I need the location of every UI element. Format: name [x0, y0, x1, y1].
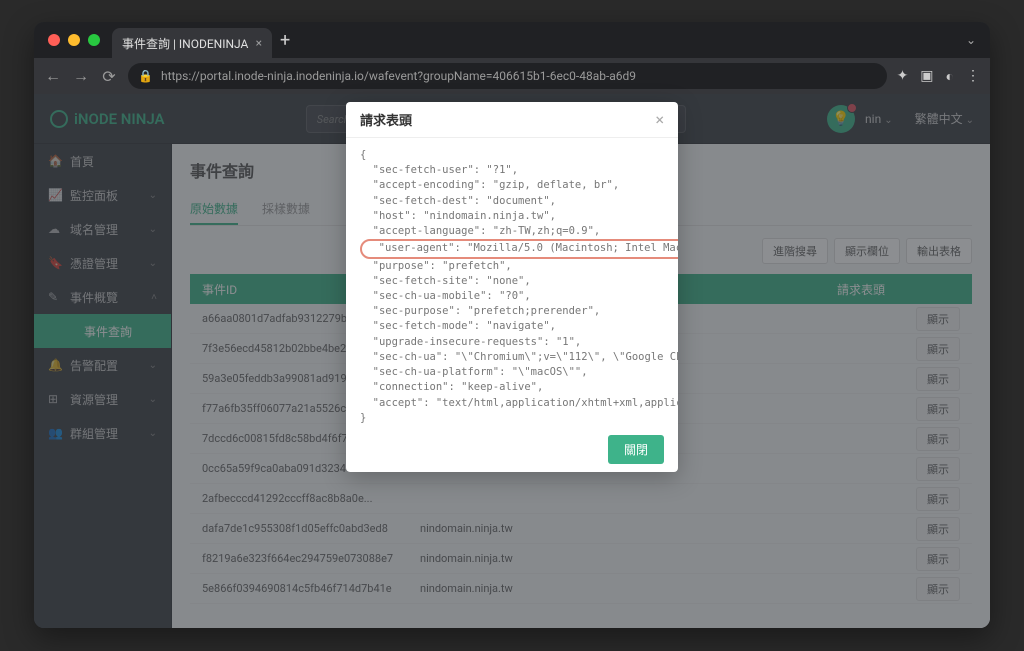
- back-button[interactable]: ←: [44, 66, 62, 86]
- headers-code-block: { "sec-fetch-user": "?1", "accept-encodi…: [360, 148, 664, 426]
- menu-icon[interactable]: ⋮: [966, 68, 980, 85]
- profile-icon[interactable]: ◐: [946, 68, 954, 85]
- window-controls: [42, 34, 100, 46]
- lock-icon: 🔒: [138, 69, 153, 83]
- close-button[interactable]: 關閉: [608, 435, 664, 464]
- close-tab-icon[interactable]: ×: [256, 36, 262, 50]
- reload-button[interactable]: ⟳: [100, 67, 118, 86]
- highlighted-line: "user-agent": "Mozilla/5.0 (Macintosh; I…: [360, 239, 678, 258]
- browser-tab[interactable]: 事件查詢 | INODENINJA ×: [112, 28, 272, 58]
- request-headers-modal: 請求表頭 × { "sec-fetch-user": "?1", "accept…: [346, 102, 678, 472]
- url-text: https://portal.inode-ninja.inodeninja.io…: [161, 69, 636, 83]
- modal-title: 請求表頭: [360, 110, 412, 129]
- maximize-window-button[interactable]: [88, 34, 100, 46]
- tab-title: 事件查詢 | INODENINJA: [122, 35, 248, 52]
- browser-url-bar: ← → ⟳ 🔒 https://portal.inode-ninja.inode…: [34, 58, 990, 94]
- browser-tab-bar: 事件查詢 | INODENINJA × + ⌄: [34, 22, 990, 58]
- modal-overlay[interactable]: 請求表頭 × { "sec-fetch-user": "?1", "accept…: [34, 94, 990, 628]
- tabs-overflow-icon[interactable]: ⌄: [966, 33, 982, 47]
- forward-button[interactable]: →: [72, 66, 90, 86]
- new-tab-button[interactable]: +: [280, 30, 290, 51]
- minimize-window-button[interactable]: [68, 34, 80, 46]
- close-icon[interactable]: ×: [655, 110, 664, 129]
- panel-icon[interactable]: ▣: [920, 68, 933, 85]
- close-window-button[interactable]: [48, 34, 60, 46]
- url-input[interactable]: 🔒 https://portal.inode-ninja.inodeninja.…: [128, 63, 887, 89]
- extensions-icon[interactable]: ✦: [897, 68, 909, 85]
